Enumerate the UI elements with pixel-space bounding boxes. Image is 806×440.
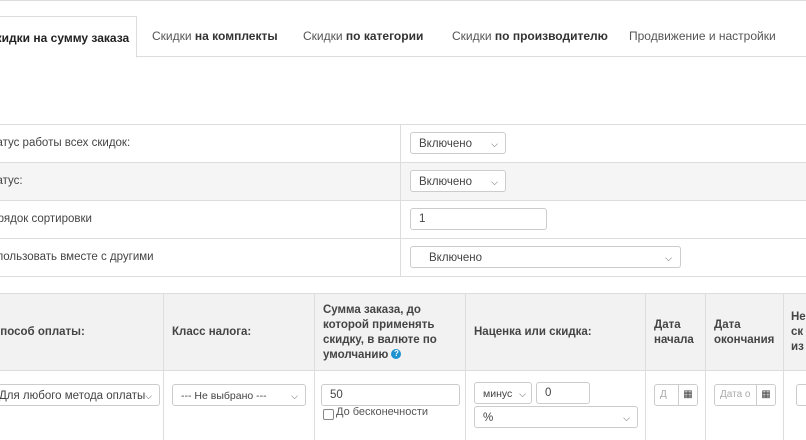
tab-bar: Скидки на сумму заказа Скидки на комплек…: [0, 6, 806, 58]
cell-start-date: Д ▦: [646, 371, 706, 440]
discount-type-select[interactable]: % ⌵: [474, 406, 638, 428]
chevron-down-icon: ⌵: [519, 389, 526, 399]
infinity-checkbox[interactable]: [323, 409, 334, 420]
setting-row-sort-order: Порядок сортировки 1: [0, 201, 806, 239]
select-value: Включено: [429, 252, 483, 264]
chevron-down-icon: ⌵: [291, 391, 298, 401]
cell-end-date: Дата о ▦: [706, 371, 784, 440]
setting-value-cell: Включено ⌵: [400, 239, 806, 276]
order-sum-input[interactable]: 50: [321, 384, 460, 406]
tab-order-sum-discounts[interactable]: Скидки на сумму заказа: [0, 16, 137, 58]
tab-label-normal: Скидки: [152, 29, 195, 43]
header-start-date: Дата начала: [646, 294, 706, 371]
status-select[interactable]: Включено ⌵: [410, 170, 506, 192]
date-placeholder: Дата о: [720, 389, 751, 400]
select-value: Включено: [419, 176, 473, 188]
select-value: Включено: [419, 138, 473, 150]
header-sum-label: Сумма заказа, до которой применять скидк…: [323, 303, 437, 361]
tab-promotion-settings[interactable]: Продвижение и настройки: [629, 6, 776, 56]
tab-manufacturer-discounts[interactable]: Скидки по производителю: [452, 6, 608, 56]
tab-label-bold: по производителю: [494, 29, 608, 43]
select-value: Для любого метода оплаты: [0, 390, 146, 402]
discount-amount-input[interactable]: 0: [536, 382, 590, 404]
tab-label: Скидки на сумму заказа: [0, 31, 130, 45]
payment-method-select[interactable]: Для любого метода оплаты ⌵: [0, 384, 160, 406]
header-sum: Сумма заказа, до которой применять скидк…: [315, 294, 466, 371]
header-payment: Способ оплаты:: [0, 294, 164, 371]
select-value: минус: [483, 388, 513, 400]
settings-table: Статус работы всех скидок: Включено ⌵ Ст…: [0, 124, 806, 277]
setting-value-cell: Включено ⌵: [400, 125, 806, 162]
setting-label: Статус работы всех скидок:: [0, 137, 131, 149]
tab-label-normal: Продвижение и настройки: [629, 29, 776, 43]
table-header: Способ оплаты: Класс налога: Сумма заказ…: [0, 293, 806, 371]
tab-label-normal: Скидки: [452, 29, 495, 43]
tab-bundle-discounts[interactable]: Скидки на комплекты: [152, 6, 278, 56]
chevron-down-icon: ⌵: [491, 177, 498, 187]
header-markup: Наценка или скидка:: [466, 294, 646, 371]
setting-row-all-status: Статус работы всех скидок: Включено ⌵: [0, 125, 806, 163]
sort-order-input[interactable]: 1: [410, 208, 547, 230]
all-status-select[interactable]: Включено ⌵: [410, 132, 506, 154]
setting-label: Статус:: [0, 175, 23, 187]
setting-row-status: Статус: Включено ⌵: [0, 163, 806, 201]
top-border: [0, 0, 806, 1]
tax-class-select[interactable]: --- Не выбрано --- ⌵: [172, 384, 306, 406]
header-end-date: Дата окончания: [706, 294, 784, 371]
header-sum-text: Сумма заказа, до которой применять скидк…: [323, 303, 459, 363]
header-extra: Не ск из: [791, 311, 806, 353]
cell-extra: [784, 371, 806, 440]
setting-label: Использовать вместе с другими: [0, 251, 154, 263]
setting-value-cell: Включено ⌵: [400, 163, 806, 200]
cell-tax: --- Не выбрано --- ⌵: [164, 371, 315, 440]
calendar-icon[interactable]: ▦: [756, 385, 775, 405]
chevron-down-icon: ⌵: [491, 139, 498, 149]
extra-input[interactable]: [796, 384, 806, 406]
cell-markup: минус ⌵ 0 % ⌵: [466, 371, 646, 440]
header-tax: Класс налога:: [164, 294, 315, 371]
sign-select[interactable]: минус ⌵: [474, 382, 532, 404]
cell-payment: Для любого метода оплаты ⌵: [0, 371, 164, 440]
table-row: Для любого метода оплаты ⌵ --- Не выбран…: [0, 371, 806, 440]
use-with-others-select[interactable]: Включено ⌵: [410, 246, 681, 268]
setting-value-cell: 1: [400, 201, 806, 238]
infinity-label: До бесконечности: [336, 406, 429, 418]
tab-category-discounts[interactable]: Скидки по категории: [303, 6, 423, 56]
info-icon[interactable]: ?: [391, 349, 402, 360]
cell-sum: 50 До бесконечности: [315, 371, 466, 440]
end-date-input[interactable]: Дата о ▦: [714, 384, 776, 406]
calendar-icon[interactable]: ▦: [678, 385, 697, 405]
select-value: --- Не выбрано ---: [181, 390, 267, 402]
start-date-input[interactable]: Д ▦: [654, 384, 698, 406]
chevron-down-icon: ⌵: [623, 413, 630, 423]
chevron-down-icon: ⌵: [665, 253, 672, 263]
tab-label-normal: Скидки: [303, 29, 346, 43]
setting-row-use-with-others: Использовать вместе с другими Включено ⌵: [0, 239, 806, 277]
discount-table: Способ оплаты: Класс налога: Сумма заказ…: [0, 293, 806, 440]
date-placeholder: Д: [660, 389, 667, 400]
tab-label-bold: на комплекты: [194, 29, 278, 43]
tab-label-bold: по категории: [345, 29, 424, 43]
select-value: %: [483, 412, 494, 424]
chevron-down-icon: ⌵: [145, 391, 152, 401]
setting-label: Порядок сортировки: [0, 213, 92, 225]
